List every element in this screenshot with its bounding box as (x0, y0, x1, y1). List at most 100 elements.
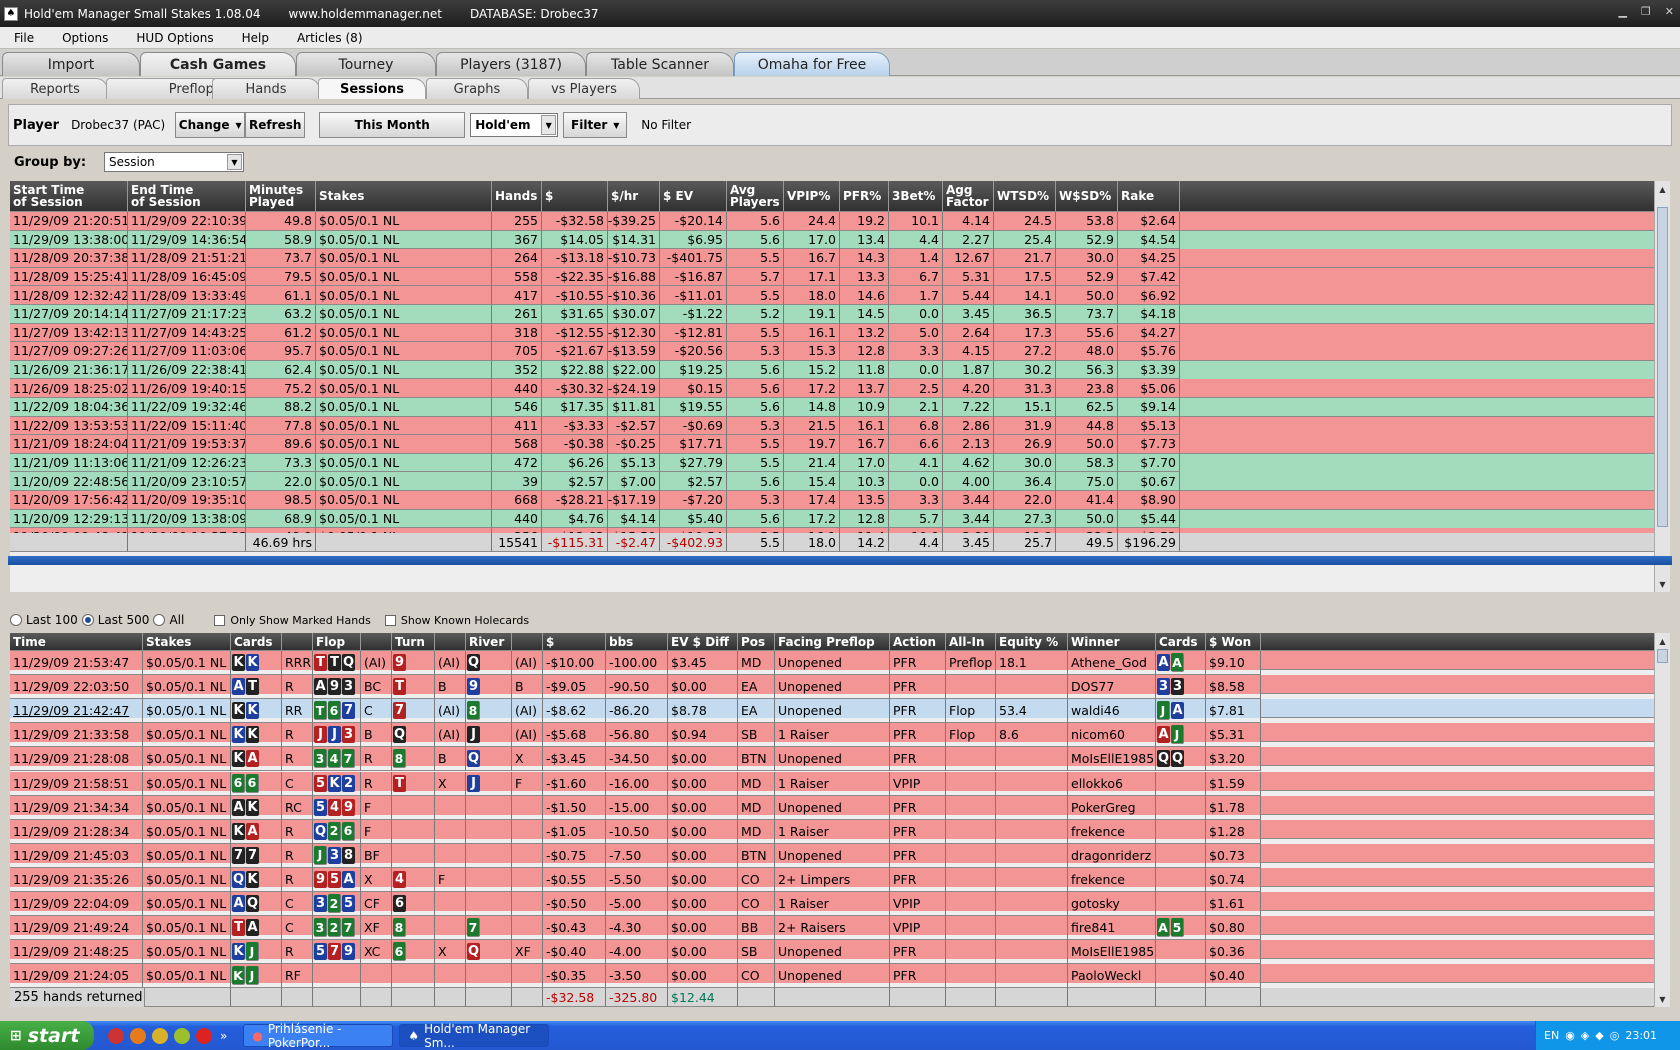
sessions-scrollbar[interactable]: ▲ ▼ (1654, 181, 1670, 592)
scroll-thumb[interactable] (1657, 207, 1668, 527)
scroll-down-icon[interactable]: ▼ (1656, 577, 1669, 591)
column-header-agg-factor[interactable]: Agg Factor (943, 181, 994, 212)
column-header-blank[interactable]: $ (542, 181, 608, 212)
column-header-facing-preflop[interactable]: Facing Preflop (775, 633, 890, 651)
change-button[interactable]: Change ▼ (175, 112, 246, 138)
tab-graphs[interactable]: Graphs (426, 78, 528, 99)
column-header-all-in[interactable]: All-In (946, 633, 996, 651)
marked-hands-checkbox[interactable] (214, 614, 226, 626)
column-header-flop[interactable]: Flop (313, 633, 361, 651)
close-icon[interactable]: ✕ (1665, 5, 1674, 18)
table-row[interactable]: 11/29/09 21:20:51 11/29/09 22:10:39 49.8 $0… (10, 212, 1654, 231)
tab-cash-games[interactable]: Cash Games (140, 52, 296, 76)
column-header-won[interactable]: $ Won (1206, 633, 1261, 651)
table-row[interactable]: 11/29/09 21:33:58 $0.05/0.1 NL K K R J J 3 B Q (AI… (10, 723, 1654, 748)
column-header-ev-diff[interactable]: EV $ Diff (668, 633, 738, 651)
firefox-icon[interactable] (130, 1027, 146, 1044)
menu-file[interactable]: File (0, 31, 48, 45)
column-header-3bet[interactable]: 3Bet% (889, 181, 943, 212)
tab-players[interactable]: Players (3187) (436, 52, 586, 76)
hands-scrollbar[interactable]: ▲ ▼ (1654, 633, 1670, 1007)
menu-hud-options[interactable]: HUD Options (122, 31, 227, 45)
table-row[interactable]: 11/28/09 15:25:41 11/28/09 16:45:09 79.5 $0… (10, 267, 1654, 287)
table-row[interactable]: 11/29/09 22:03:50 $0.05/0.1 NL A T R A 9 3 BC T B 9… (10, 675, 1654, 700)
column-header-cards[interactable]: Cards (1156, 633, 1206, 651)
game-select[interactable]: Hold'em ▼ (470, 113, 559, 137)
table-row[interactable]: 11/29/09 21:58:51 $0.05/0.1 NL 6 6 C 5 K 2 R T X J F… (10, 771, 1654, 796)
known-holecards-checkbox[interactable] (384, 614, 396, 626)
table-row[interactable]: 11/29/09 22:04:09 $0.05/0.1 NL A Q C 3 2 5 CF 6 -$… (10, 892, 1654, 917)
column-header-hands[interactable]: Hands (492, 181, 542, 212)
menu-options[interactable]: Options (48, 31, 122, 45)
table-row[interactable]: 11/29/09 21:34:34 $0.05/0.1 NL A K RC 5 4 9 F -$1… (10, 795, 1654, 820)
table-row[interactable]: 11/29/09 21:48:25 $0.05/0.1 NL K J R 5 7 9 XC 6 X Q… (10, 940, 1654, 965)
table-row[interactable]: 11/29/09 21:53:47 $0.05/0.1 NL K K RRR T T Q (AI… (10, 651, 1654, 676)
chevron-right-icon[interactable]: » (220, 1029, 227, 1043)
scroll-thumb[interactable] (1657, 649, 1668, 663)
column-header-blank[interactable] (435, 633, 466, 651)
table-row[interactable]: 11/28/09 20:37:38 11/28/09 21:51:21 73.7 $0… (10, 249, 1654, 269)
column-header-end-time-of-session[interactable]: End Time of Session (128, 181, 246, 212)
period-button[interactable]: This Month (319, 112, 466, 138)
menu-articles[interactable]: Articles (8) (283, 31, 377, 45)
table-row[interactable]: 11/29/09 21:49:24 $0.05/0.1 NL T A C 3 2 7 XF 8 7-… (10, 916, 1654, 941)
menu-help[interactable]: Help (228, 31, 283, 45)
all-radio[interactable] (153, 614, 166, 626)
table-row[interactable]: 11/29/09 21:45:03 $0.05/0.1 NL 7 7 R J 3 8 BF -$0… (10, 843, 1654, 868)
column-header-wtsd[interactable]: WTSD% (994, 181, 1056, 212)
column-header-pfr[interactable]: PFR% (840, 181, 889, 212)
filter-button[interactable]: Filter ▼ (563, 112, 628, 138)
table-row[interactable]: 11/27/09 09:27:26 11/27/09 11:03:06 95.7 $0… (10, 342, 1654, 362)
column-header-start-time-of-session[interactable]: Start Time of Session (10, 181, 128, 212)
table-row[interactable]: 11/26/09 21:36:17 11/26/09 22:38:41 62.4 $0… (10, 360, 1654, 380)
column-header-blank[interactable] (361, 633, 392, 651)
table-row[interactable]: 11/27/09 13:42:13 11/27/09 14:43:25 61.2 $0… (10, 323, 1654, 343)
column-header-turn[interactable]: Turn (392, 633, 435, 651)
last-100-radio[interactable] (10, 614, 22, 626)
table-row[interactable]: 11/29/09 13:38:00 11/29/09 14:36:54 58.9 $0… (10, 230, 1654, 250)
table-row[interactable]: 11/20/09 17:56:42 11/20/09 19:35:10 98.5 $0… (10, 491, 1654, 510)
tab-omaha-for-free[interactable]: Omaha for Free (734, 52, 890, 76)
column-header-avg-players[interactable]: Avg Players (727, 181, 784, 212)
table-row[interactable]: 11/21/09 11:13:06 11/21/09 12:26:23 73.3 $0… (10, 453, 1654, 473)
column-header-ev[interactable]: $ EV (660, 181, 727, 212)
taskbar-item-browser[interactable]: ● Prihlásenie - PokerPor... (243, 1022, 394, 1050)
minimize-icon[interactable]: ▁ (1618, 5, 1626, 18)
opera-icon[interactable] (108, 1027, 124, 1044)
table-row[interactable]: 11/26/09 18:25:02 11/26/09 19:40:15 75.2 $0… (10, 379, 1654, 399)
table-row[interactable]: 11/29/09 21:28:34 $0.05/0.1 NL K A R Q 2 6 F -$1.… (10, 819, 1654, 844)
app-icon-green[interactable] (174, 1027, 190, 1044)
group-by-select[interactable]: Session ▼ (104, 152, 244, 172)
tab-reports[interactable]: Reports (2, 78, 108, 99)
restore-icon[interactable]: ❐ (1641, 5, 1651, 18)
column-header-time[interactable]: Time (10, 633, 143, 651)
scroll-up-icon[interactable]: ▲ (1656, 634, 1669, 648)
last-500-radio[interactable] (81, 614, 94, 626)
column-header-blank[interactable] (512, 633, 543, 651)
tab-sessions[interactable]: Sessions (318, 78, 426, 99)
table-row[interactable]: 11/21/09 18:24:04 11/21/09 19:53:37 89.6 $0… (10, 435, 1654, 455)
start-button[interactable]: ⊞ start (0, 1021, 94, 1050)
tab-hands[interactable]: Hands (212, 78, 320, 99)
app-icon-yellow[interactable] (152, 1027, 168, 1044)
table-row[interactable]: 11/29/09 21:42:47 $0.05/0.1 NL K K RR T 6 7 C 7 (A… (10, 699, 1654, 724)
column-header-equity[interactable]: Equity % (996, 633, 1068, 651)
taskbar-item-holdem-manager[interactable]: ♠ Hold'em Manager Sm... (399, 1022, 550, 1050)
tab-tourney[interactable]: Tourney (296, 52, 436, 76)
poker-icon[interactable] (196, 1027, 212, 1044)
table-row[interactable]: 11/20/09 22:48:56 11/20/09 23:10:57 22.0 $0… (10, 472, 1654, 492)
pane-splitter[interactable] (8, 556, 1672, 565)
column-header-vpip[interactable]: VPIP% (784, 181, 840, 212)
column-header-rake[interactable]: Rake (1118, 181, 1180, 212)
table-row[interactable]: 11/29/09 21:24:05 $0.05/0.1 NL K J RF -$0.35-… (10, 964, 1654, 989)
column-header-bbs[interactable]: bbs (606, 633, 668, 651)
table-row[interactable]: 11/22/09 13:53:53 11/22/09 15:11:40 77.8 $0… (10, 416, 1654, 436)
table-row[interactable]: 11/20/09 12:29:13 11/20/09 13:38:09 68.9 $0… (10, 509, 1654, 529)
tray-icon[interactable]: ◎ (1610, 1029, 1620, 1042)
scroll-up-icon[interactable]: ▲ (1656, 182, 1669, 196)
tab-import[interactable]: Import (2, 52, 140, 76)
column-header-river[interactable]: River (466, 633, 512, 651)
column-header-pos[interactable]: Pos (738, 633, 775, 651)
column-header-stakes[interactable]: Stakes (143, 633, 231, 651)
tray-icon[interactable]: ◉ (1565, 1029, 1575, 1042)
